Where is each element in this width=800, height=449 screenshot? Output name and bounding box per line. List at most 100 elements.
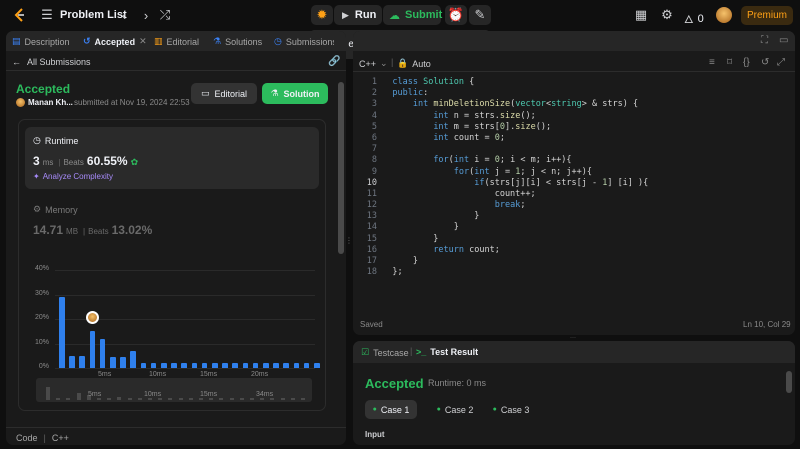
chart-bar[interactable]: [222, 363, 228, 368]
debug-icon[interactable]: ✹: [311, 5, 333, 25]
next-problem-icon[interactable]: ›: [140, 7, 152, 23]
code-line[interactable]: 14 }: [355, 222, 775, 233]
user-avatar[interactable]: [16, 98, 25, 107]
chart-bar[interactable]: [150, 363, 157, 368]
tab-testcase[interactable]: ☑ Testcase: [361, 347, 409, 358]
mode-select[interactable]: 🔒 Auto: [397, 58, 431, 69]
premium-button[interactable]: Premium: [741, 6, 793, 25]
chart-bar[interactable]: [283, 363, 289, 368]
minimize-icon[interactable]: ▭: [779, 35, 788, 46]
code-line[interactable]: 2 public:: [355, 88, 775, 99]
leetcode-logo-icon[interactable]: [12, 7, 28, 23]
range-selector[interactable]: 5ms 10ms 15ms 34ms: [36, 378, 312, 402]
language-select[interactable]: C++ ⌄: [359, 58, 388, 69]
case-1-button[interactable]: ● Case 1: [365, 400, 417, 419]
memory-header[interactable]: ⚙ Memory: [33, 204, 78, 215]
chart-bar[interactable]: [99, 338, 106, 368]
run-button[interactable]: ▶ Run: [334, 5, 382, 25]
chart-bar[interactable]: [314, 363, 320, 368]
case-3-button[interactable]: ● Case 3: [485, 400, 537, 419]
submit-button[interactable]: ☁ Submit: [383, 5, 442, 25]
code-line[interactable]: 16 return count;: [355, 245, 775, 256]
analyze-complexity-button[interactable]: ✦ Analyze Complexity: [33, 172, 113, 181]
bookmark-icon[interactable]: ⌑: [727, 57, 732, 68]
solution-button[interactable]: ⚗ Solution: [262, 83, 328, 104]
avatar[interactable]: [716, 7, 732, 23]
code-line[interactable]: 12 break;: [355, 200, 775, 211]
gear-icon[interactable]: ⚙: [660, 7, 674, 22]
left-scrollbar[interactable]: [338, 82, 344, 254]
chart-bar[interactable]: [181, 363, 187, 368]
tab-description[interactable]: ▤ Description: [12, 36, 70, 47]
chart-bar[interactable]: [232, 363, 238, 368]
tab-accepted[interactable]: ↺ Accepted ✕: [83, 36, 147, 47]
your-submission-marker[interactable]: [85, 311, 99, 325]
chart-bar[interactable]: [263, 363, 269, 368]
tab-test-result[interactable]: >_ Test Result: [416, 347, 478, 357]
chart-bar[interactable]: [110, 356, 116, 368]
tab-submissions[interactable]: ◷ Submissions: [274, 36, 334, 47]
test-scrollbar[interactable]: [786, 371, 792, 393]
expand-icon[interactable]: ⤢: [777, 57, 785, 68]
chart-bar[interactable]: [191, 363, 198, 368]
tab-solutions[interactable]: ⚗ Solutions: [213, 36, 262, 47]
link-icon[interactable]: 🔗: [328, 56, 340, 67]
chart-bar[interactable]: [69, 355, 75, 368]
chart-bar[interactable]: [120, 356, 126, 368]
all-submissions-link[interactable]: ← All Submissions: [12, 57, 91, 67]
chart-bar[interactable]: [140, 363, 147, 368]
prev-problem-icon[interactable]: ‹: [118, 7, 130, 23]
code-line[interactable]: 1 class Solution {: [355, 77, 775, 88]
code-area[interactable]: 1 class Solution {2 public: 3 int minDele…: [355, 77, 775, 278]
editorial-button[interactable]: ▭ Editorial: [191, 83, 257, 104]
case-2-button[interactable]: ● Case 2: [429, 400, 481, 419]
clock-icon: ◷: [274, 36, 282, 46]
streak-counter[interactable]: 🜂 0: [684, 8, 704, 30]
chart-bar[interactable]: [293, 363, 300, 368]
notes-icon[interactable]: ✎: [469, 5, 491, 25]
code-line[interactable]: 7: [355, 144, 775, 155]
code-line[interactable]: 9 for(int j = 1; j < n; j++){: [355, 167, 775, 178]
chart-bar[interactable]: [171, 363, 177, 368]
shuffle-icon[interactable]: ⤮: [158, 7, 172, 23]
code-line[interactable]: 4 int n = strs.size();: [355, 111, 775, 122]
format-icon[interactable]: ≡: [709, 57, 715, 68]
chart-bar[interactable]: [130, 350, 136, 368]
horizontal-splitter[interactable]: ···: [566, 335, 580, 341]
code-line[interactable]: 17 }: [355, 256, 775, 267]
timer-icon[interactable]: ⏰: [445, 5, 467, 25]
braces-icon[interactable]: {}: [743, 57, 750, 68]
code-line[interactable]: 18 };: [355, 267, 775, 278]
chart-bar[interactable]: [212, 363, 218, 368]
chart-bar[interactable]: [273, 363, 279, 368]
chart-bar[interactable]: [201, 363, 208, 368]
code-line[interactable]: 11 count++;: [355, 189, 775, 200]
code-line[interactable]: 3 int minDeletionSize(vector<string> & s…: [355, 99, 775, 110]
problem-list-link[interactable]: Problem List: [60, 9, 127, 21]
list-icon[interactable]: ☰: [40, 7, 54, 22]
chart-bar[interactable]: [242, 363, 249, 368]
chart-bar[interactable]: [79, 355, 85, 368]
chart-bar[interactable]: [252, 363, 259, 368]
reset-icon[interactable]: ↺: [761, 57, 769, 68]
code-line[interactable]: 13 }: [355, 211, 775, 222]
runtime-card[interactable]: ◷ Runtime 3 ms | Beats 60.55% ✿ ✦ Analyze …: [25, 127, 319, 189]
code-line[interactable]: 10 if(strs[j][i] < strs[j - 1] [i] ){: [355, 178, 775, 189]
code-line[interactable]: 15 }: [355, 234, 775, 245]
code-line[interactable]: 5 int m = strs[0].size();: [355, 122, 775, 133]
username[interactable]: Manan Kh...: [28, 98, 73, 107]
code-line[interactable]: 8 for(int i = 0; i < m; i++){: [355, 155, 775, 166]
tab-editorial[interactable]: ▥ Editorial: [154, 36, 199, 47]
fullscreen-icon[interactable]: ⛶: [761, 35, 768, 46]
chart-bar[interactable]: [89, 331, 96, 368]
chart-bar[interactable]: [161, 363, 167, 368]
grid-icon[interactable]: ▦: [634, 7, 648, 22]
code-line[interactable]: 6 int count = 0;: [355, 133, 775, 144]
chart-bar[interactable]: [303, 363, 310, 368]
chart-bar[interactable]: [59, 296, 65, 368]
mini-chart-bar: [107, 397, 112, 400]
splitter-handle[interactable]: ⋮: [345, 230, 353, 250]
close-icon[interactable]: ✕: [139, 36, 147, 47]
line-number: 16: [366, 244, 377, 255]
y-tick-label: 10%: [34, 338, 49, 346]
